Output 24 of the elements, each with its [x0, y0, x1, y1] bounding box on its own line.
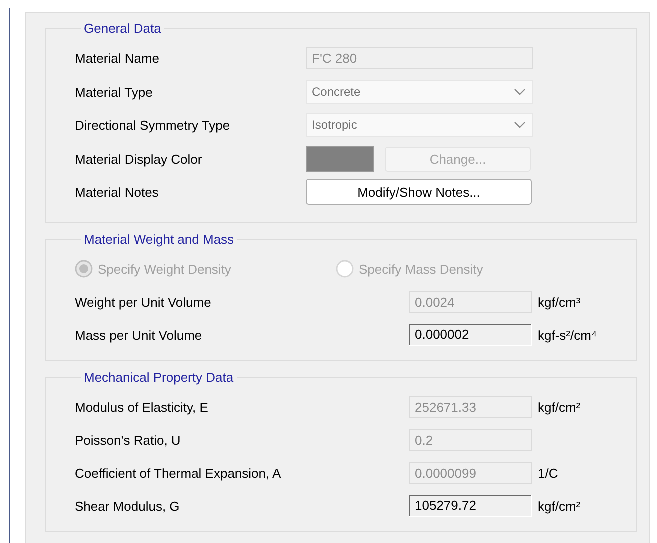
group-title: Mechanical Property Data	[83, 370, 235, 385]
field-label: Coefficient of Thermal Expansion, A	[75, 466, 282, 480]
unit-label: kgf/cm²	[538, 498, 581, 514]
unit-label: kgf/cm²	[538, 400, 581, 414]
chevron-down-icon	[514, 88, 526, 96]
unit-label: 1/C	[538, 466, 558, 480]
field-label: Material Display Color	[75, 152, 204, 166]
field-label: Weight per Unit Volume	[75, 294, 212, 310]
field-label: Material Notes	[75, 184, 160, 200]
field-label: Modulus of Elasticity, E	[75, 400, 210, 414]
field-label: Directional Symmetry Type	[75, 118, 232, 132]
field-label: Material Type	[75, 84, 154, 100]
field-label: Mass per Unit Volume	[75, 328, 204, 342]
value-field[interactable]: 105279.72	[409, 495, 532, 517]
group-title: General Data	[83, 21, 162, 36]
field-label: Material Name	[75, 50, 161, 66]
notes-button[interactable]: Modify/Show Notes...	[306, 179, 532, 205]
field-label: Shear Modulus, G	[75, 498, 181, 514]
value-field[interactable]: 0.000002	[409, 324, 532, 346]
unit-label: kgf-s²/cm⁴	[538, 328, 598, 342]
group-title: Material Weight and Mass	[83, 232, 236, 247]
chevron-down-icon	[514, 121, 526, 129]
unit-label: kgf/cm³	[538, 294, 581, 310]
field-label: Poisson's Ratio, U	[75, 432, 182, 448]
